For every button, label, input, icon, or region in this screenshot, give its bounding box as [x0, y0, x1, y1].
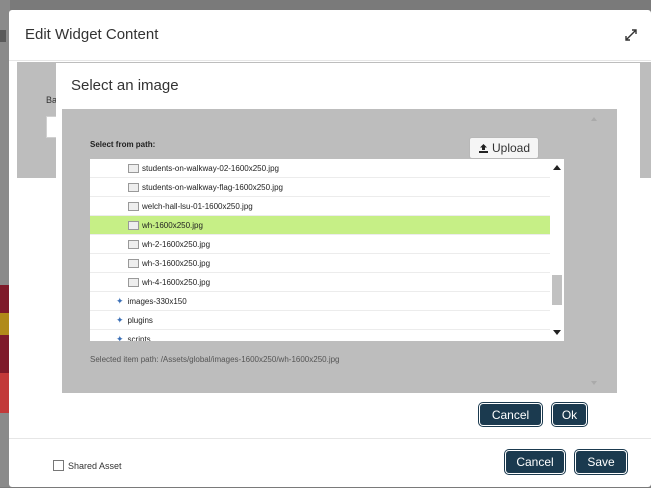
expand-icon[interactable]	[623, 27, 639, 43]
upload-label: Upload	[491, 141, 531, 155]
expand-folder-icon[interactable]: ✦	[116, 296, 124, 307]
image-file-icon	[128, 239, 139, 249]
shared-asset-option[interactable]: Shared Asset	[53, 460, 122, 471]
tree-item-file[interactable]: students-on-walkway-flag-1600x250.jpg	[90, 178, 550, 197]
scroll-up-arrow-icon[interactable]	[591, 117, 597, 121]
tree-item-file[interactable]: wh-2-1600x250.jpg	[90, 235, 550, 254]
tree-item-label: wh-4-1600x250.jpg	[142, 277, 211, 287]
tree-item-folder[interactable]: ✦ plugins	[90, 311, 550, 330]
tree-item-label: wh-3-1600x250.jpg	[142, 258, 211, 268]
tree-item-label: wh-1600x250.jpg	[142, 220, 203, 230]
upload-button[interactable]: Upload	[469, 137, 539, 159]
file-tree-scrollbar[interactable]	[550, 159, 564, 341]
tree-item-folder[interactable]: ✦ images-330x150	[90, 292, 550, 311]
save-button[interactable]: Save	[576, 451, 626, 473]
tree-item-label: students-on-walkway-flag-1600x250.jpg	[142, 182, 283, 192]
tree-item-file[interactable]: wh-3-1600x250.jpg	[90, 254, 550, 273]
scroll-down-arrow-icon[interactable]	[591, 381, 597, 385]
select-image-dialog: Select an image Select from path: Upload…	[56, 63, 640, 431]
scroll-thumb[interactable]	[552, 275, 562, 305]
file-tree: students-on-walkway-02-1600x250.jpg stud…	[90, 159, 550, 341]
selected-item-path: Selected item path: /Assets/global/image…	[90, 355, 340, 364]
dialog-header: Edit Widget Content	[9, 10, 651, 61]
cancel-button[interactable]: Cancel	[506, 451, 564, 473]
tree-item-file[interactable]: welch-hall-lsu-01-1600x250.jpg	[90, 197, 550, 216]
tree-item-label: plugins	[127, 315, 153, 325]
image-file-icon	[128, 182, 139, 192]
tree-item-label: scripts	[127, 334, 151, 342]
expand-folder-icon[interactable]: ✦	[116, 315, 124, 326]
upload-icon	[478, 143, 488, 153]
tree-item-label: images-330x150	[127, 296, 187, 306]
tree-item-label: welch-hall-lsu-01-1600x250.jpg	[142, 201, 253, 211]
tree-item-file[interactable]: wh-4-1600x250.jpg	[90, 273, 550, 292]
tree-item-label: wh-2-1600x250.jpg	[142, 239, 211, 249]
tree-item-file[interactable]: students-on-walkway-02-1600x250.jpg	[90, 159, 550, 178]
image-file-icon	[128, 201, 139, 211]
tree-item-file-selected[interactable]: wh-1600x250.jpg	[90, 216, 550, 235]
image-file-icon	[128, 220, 139, 230]
shared-asset-label: Shared Asset	[68, 460, 122, 471]
scroll-down-arrow-icon[interactable]	[553, 330, 561, 335]
tree-item-label: students-on-walkway-02-1600x250.jpg	[142, 163, 279, 173]
scroll-up-arrow-icon[interactable]	[553, 165, 561, 170]
select-image-title: Select an image	[71, 77, 179, 94]
background-page-fragment	[0, 30, 6, 42]
select-from-path-label: Select from path:	[90, 140, 156, 149]
image-file-icon	[128, 277, 139, 287]
image-file-icon	[128, 258, 139, 268]
dialog-title: Edit Widget Content	[25, 26, 159, 43]
image-file-icon	[128, 163, 139, 173]
ok-button[interactable]: Ok	[553, 404, 586, 425]
dialog-scrollbar[interactable]	[587, 109, 602, 393]
expand-folder-icon[interactable]: ✦	[116, 334, 124, 342]
tree-item-folder[interactable]: ✦ scripts	[90, 330, 550, 342]
image-cancel-button[interactable]: Cancel	[480, 404, 541, 425]
shared-asset-checkbox[interactable]	[53, 460, 64, 471]
